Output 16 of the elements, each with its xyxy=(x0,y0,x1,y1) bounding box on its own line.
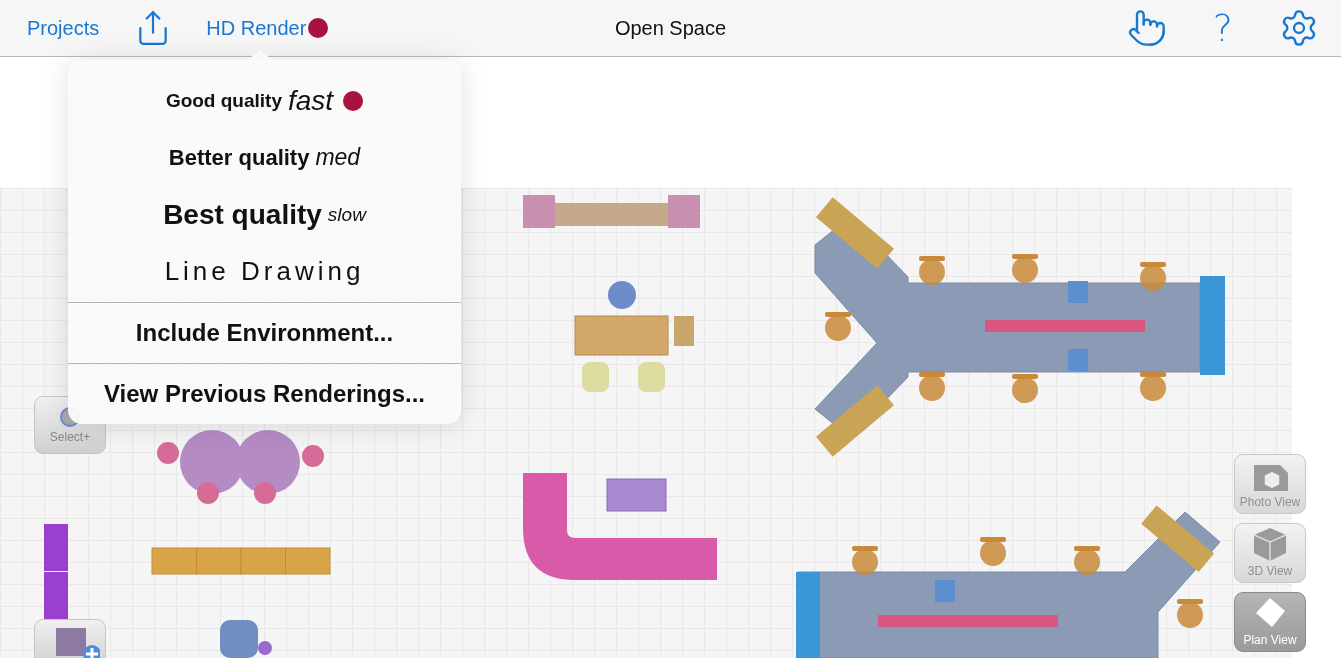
touch-button[interactable] xyxy=(1126,8,1167,48)
view-button[interactable]: Plan View xyxy=(1234,592,1306,652)
menu-item[interactable]: Best quality slow xyxy=(68,186,461,243)
hd-render-button[interactable]: HD Render xyxy=(206,16,329,40)
view-button[interactable]: Photo View xyxy=(1234,454,1306,514)
add-object-button[interactable] xyxy=(34,619,106,658)
help-button[interactable]: ? xyxy=(1212,9,1233,47)
page-title: Open Space xyxy=(614,16,727,39)
menu-item[interactable]: Better quality med xyxy=(68,129,461,186)
projects-button[interactable]: Projects xyxy=(27,16,100,40)
ottoman-drawing xyxy=(606,478,667,512)
armchair-drawing xyxy=(220,620,272,658)
menu-item[interactable]: Include Environment... xyxy=(68,305,461,361)
menu-item[interactable]: Line Drawing xyxy=(68,243,461,300)
view-button[interactable]: 3D View xyxy=(1234,523,1306,583)
menu-item[interactable]: Good quality fast xyxy=(68,72,461,129)
